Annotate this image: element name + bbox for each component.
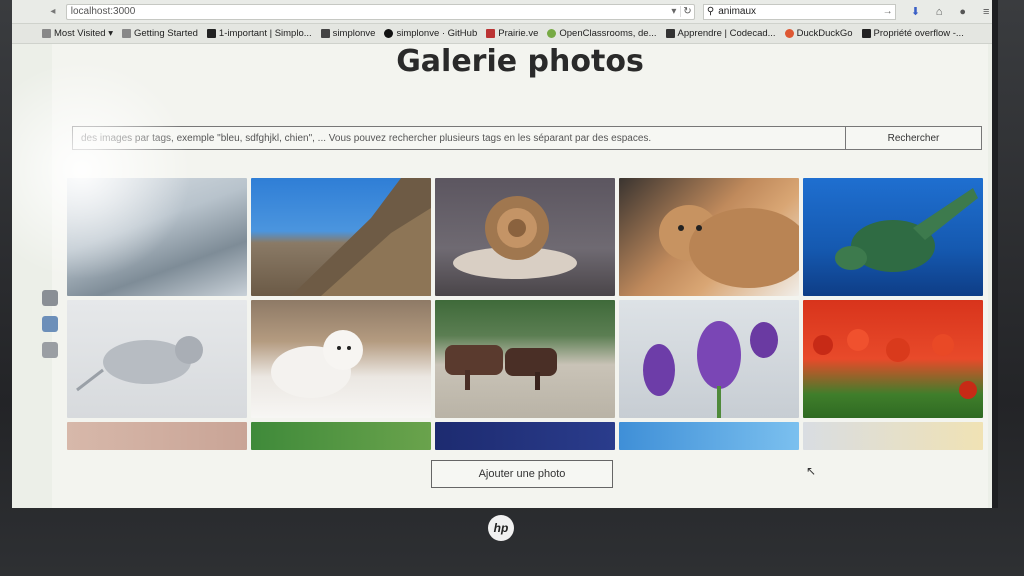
mouse-shape	[76, 336, 203, 392]
dock-app-icon[interactable]	[42, 316, 58, 332]
photo-sea-turtle[interactable]	[803, 178, 983, 296]
page-content: Galerie photos Rechercher	[52, 44, 988, 508]
add-photo-button[interactable]: Ajouter une photo	[431, 460, 613, 488]
browser-toolbar: ◂ localhost:3000 ▾ ↻ ⚲ animaux → ⬇ ⌂ ● ≡	[12, 0, 992, 24]
screen: ◂ localhost:3000 ▾ ↻ ⚲ animaux → ⬇ ⌂ ● ≡…	[12, 0, 998, 508]
cougar-shape	[659, 205, 799, 288]
browser-search-text: animaux	[718, 6, 757, 17]
bookmarks-bar: Most Visited ▾ Getting Started 1-importa…	[12, 24, 992, 44]
bookmark-item[interactable]: Apprendre | Codecad...	[665, 28, 776, 39]
photo-snow-rocks[interactable]	[67, 178, 247, 296]
duck-icon	[784, 29, 794, 38]
bookmark-item[interactable]: 1-important | Simplo...	[206, 28, 312, 39]
photo-cougar[interactable]	[619, 178, 799, 296]
tag-search-bar: Rechercher	[72, 126, 982, 150]
url-text: localhost:3000	[70, 6, 136, 17]
menu-icon[interactable]: ≡	[974, 6, 992, 18]
bookmark-item[interactable]: Propriété overflow -...	[861, 28, 964, 39]
bookmark-item[interactable]: Getting Started	[122, 28, 198, 39]
photo-strip-5[interactable]	[803, 422, 983, 450]
photo-mouse[interactable]	[67, 300, 247, 418]
mouse-cursor-icon: ↖	[806, 464, 817, 478]
gallery-row	[67, 178, 987, 296]
gallery-row	[67, 300, 987, 418]
photo-cliff-goat[interactable]	[251, 178, 431, 296]
dock-app-icon[interactable]	[42, 290, 58, 306]
photo-gallery	[67, 178, 987, 454]
bookmark-item[interactable]: OpenClassrooms, de...	[547, 28, 657, 39]
bookmark-icon	[206, 29, 216, 38]
gallery-row	[67, 422, 987, 450]
photo-snail[interactable]	[435, 178, 615, 296]
photo-strip-2[interactable]	[251, 422, 431, 450]
search-button[interactable]: Rechercher	[845, 127, 981, 149]
os-dock	[42, 290, 62, 490]
bookmark-item[interactable]: Prairie.ve	[486, 28, 538, 39]
bookmark-icon	[486, 29, 496, 38]
bookmark-item[interactable]: DuckDuckGo	[784, 28, 853, 39]
photo-red-tulips[interactable]	[803, 300, 983, 418]
back-arrow-icon[interactable]: ◂	[46, 6, 60, 17]
photo-purple-tulips[interactable]	[619, 300, 799, 418]
bookmark-icon	[320, 29, 330, 38]
bookmark-item[interactable]: Most Visited ▾	[42, 28, 113, 39]
bookmark-icon	[547, 29, 557, 38]
photo-cattle[interactable]	[435, 300, 615, 418]
bear-shape	[271, 330, 363, 398]
browser-search-field[interactable]: ⚲ animaux →	[702, 3, 896, 20]
tag-search-input[interactable]	[73, 127, 845, 149]
red-tulips-shape	[813, 329, 977, 399]
dropdown-icon[interactable]: ▾	[668, 6, 680, 17]
page-title: Galerie photos	[396, 44, 644, 79]
photo-strip-1[interactable]	[67, 422, 247, 450]
download-icon[interactable]: ⬇	[904, 5, 928, 18]
turtle-shape	[835, 188, 978, 272]
dock-app-icon[interactable]	[42, 342, 58, 358]
bookmark-icon	[42, 29, 51, 38]
github-icon	[384, 29, 394, 38]
cattle-shape	[445, 345, 557, 390]
photo-strip-3[interactable]	[435, 422, 615, 450]
home-icon[interactable]: ⌂	[927, 6, 951, 18]
bookmark-icon	[122, 29, 131, 38]
tulip-shape	[643, 321, 778, 418]
chat-icon[interactable]: ●	[951, 6, 975, 18]
bookmark-item[interactable]: simplonve · GitHub	[384, 28, 477, 39]
cliff-shape	[291, 178, 431, 296]
reload-icon[interactable]: ↻	[679, 6, 694, 17]
photo-polar-bear-cub[interactable]	[251, 300, 431, 418]
snail-shape	[453, 196, 577, 279]
hp-logo: hp	[488, 515, 514, 541]
url-field[interactable]: localhost:3000 ▾ ↻	[65, 3, 695, 20]
bookmark-item[interactable]: simplonve	[320, 28, 375, 39]
bookmark-icon	[861, 29, 871, 38]
photo-strip-4[interactable]	[619, 422, 799, 450]
search-go-icon[interactable]: →	[883, 6, 895, 17]
bookmark-icon	[665, 29, 675, 38]
search-icon: ⚲	[706, 6, 715, 17]
